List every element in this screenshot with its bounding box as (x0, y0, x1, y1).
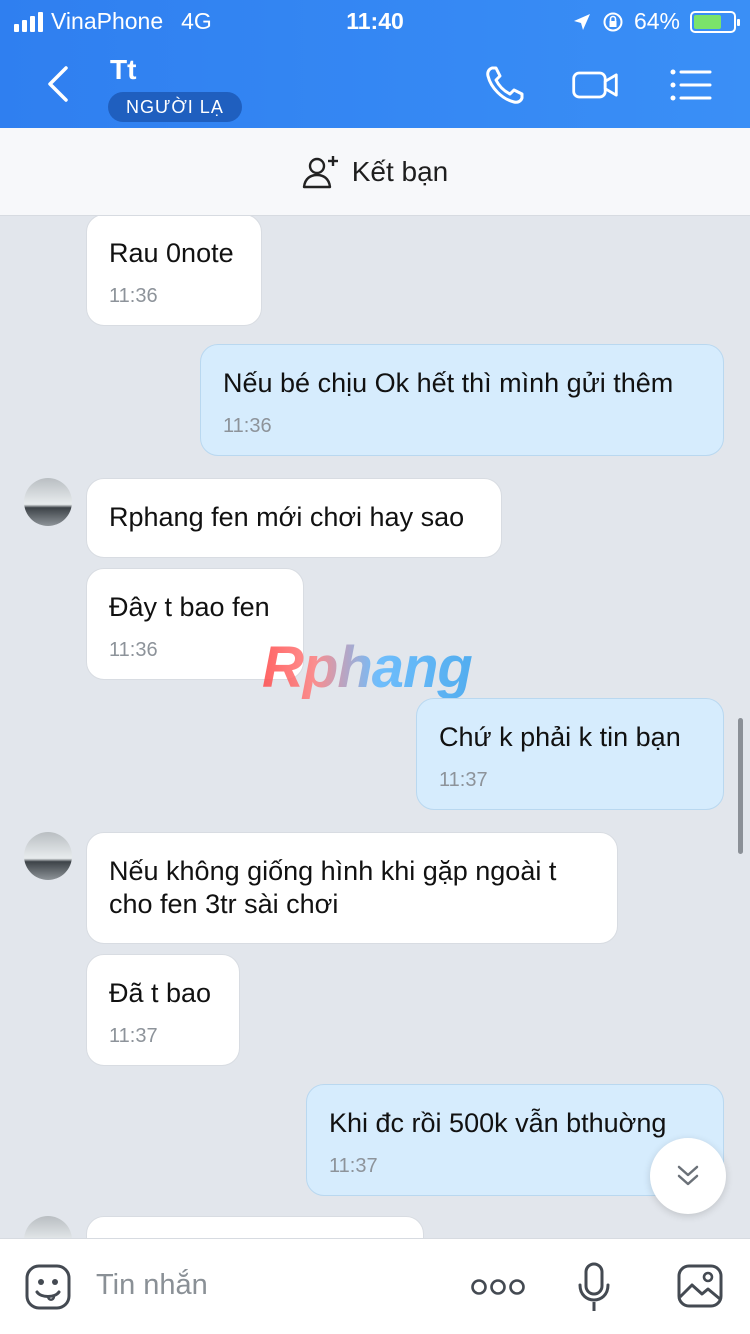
image-gallery-icon[interactable] (676, 1263, 724, 1309)
message-time: 11:37 (329, 1155, 378, 1177)
more-options-icon[interactable] (470, 1275, 526, 1299)
avatar[interactable] (24, 832, 72, 880)
message-text: Đã t bao (109, 978, 212, 1008)
message-time: 11:37 (439, 769, 488, 791)
message-time: 11:36 (109, 639, 158, 661)
message-bubble[interactable]: Rau 0note 11:36 (86, 216, 262, 326)
add-friend-label: Kết bạn (351, 155, 449, 187)
stranger-badge: NGƯỜI LẠ (108, 92, 242, 122)
message-bubble[interactable]: Nếu không giống hình khi gặp ngoài t cho… (86, 832, 618, 944)
message-text: Rau 0note (109, 238, 234, 268)
video-call-icon[interactable] (570, 60, 620, 110)
message-bubble[interactable]: Nếu bé chịu Ok hết thì mình gửi thêm 11:… (200, 344, 724, 456)
message-text: Nếu không giống hình khi gặp ngoài t cho… (109, 856, 557, 919)
contact-name[interactable]: Tt (110, 54, 136, 86)
message-text: Nếu bé chịu Ok hết thì mình gửi thêm (223, 368, 674, 398)
microphone-icon[interactable] (576, 1261, 612, 1315)
watermark-logo: Rphang (262, 635, 473, 700)
avatar[interactable] (24, 1216, 72, 1238)
message-bubble-partial[interactable] (86, 1216, 424, 1238)
sticker-emoji-icon[interactable] (24, 1263, 72, 1311)
message-input[interactable]: Tin nhắn (96, 1269, 208, 1302)
rotation-lock-icon (603, 12, 623, 31)
message-list[interactable]: Rau 0note 11:36 Nếu bé chịu Ok hết thì m… (0, 216, 750, 1238)
add-friend-button[interactable]: Kết bạn (0, 128, 750, 216)
scrollbar[interactable] (738, 718, 743, 854)
message-text: Đây t bao fen (109, 592, 270, 622)
battery-icon (690, 10, 740, 33)
add-friend-icon (302, 155, 338, 188)
message-bubble[interactable]: Đã t bao 11:37 (86, 954, 240, 1066)
message-bubble[interactable]: Chứ k phải k tin bạn 11:37 (416, 698, 724, 810)
status-bar: VinaPhone 4G 11:40 64% (0, 0, 750, 42)
message-text: Khi đc rồi 500k vẫn bthuờng (329, 1108, 667, 1138)
message-text: Chứ k phải k tin bạn (439, 722, 681, 752)
scroll-to-bottom-button[interactable] (650, 1138, 726, 1214)
chat-header: VinaPhone 4G 11:40 64% Tt NGƯỜI LẠ (0, 0, 750, 128)
battery-percent: 64% (633, 8, 680, 34)
back-arrow-icon[interactable] (40, 62, 80, 106)
avatar[interactable] (24, 478, 72, 526)
menu-list-icon[interactable] (666, 60, 716, 110)
message-bubble[interactable]: Rphang fen mới chơi hay sao (86, 478, 502, 558)
message-text: Rphang fen mới chơi hay sao (109, 502, 465, 532)
location-icon (573, 13, 590, 30)
message-time: 11:36 (223, 415, 272, 437)
double-chevron-down-icon (677, 1165, 699, 1186)
message-time: 11:37 (109, 1025, 158, 1047)
message-time: 11:36 (109, 285, 158, 307)
phone-call-icon[interactable] (480, 60, 530, 110)
message-composer: Tin nhắn (0, 1238, 750, 1334)
